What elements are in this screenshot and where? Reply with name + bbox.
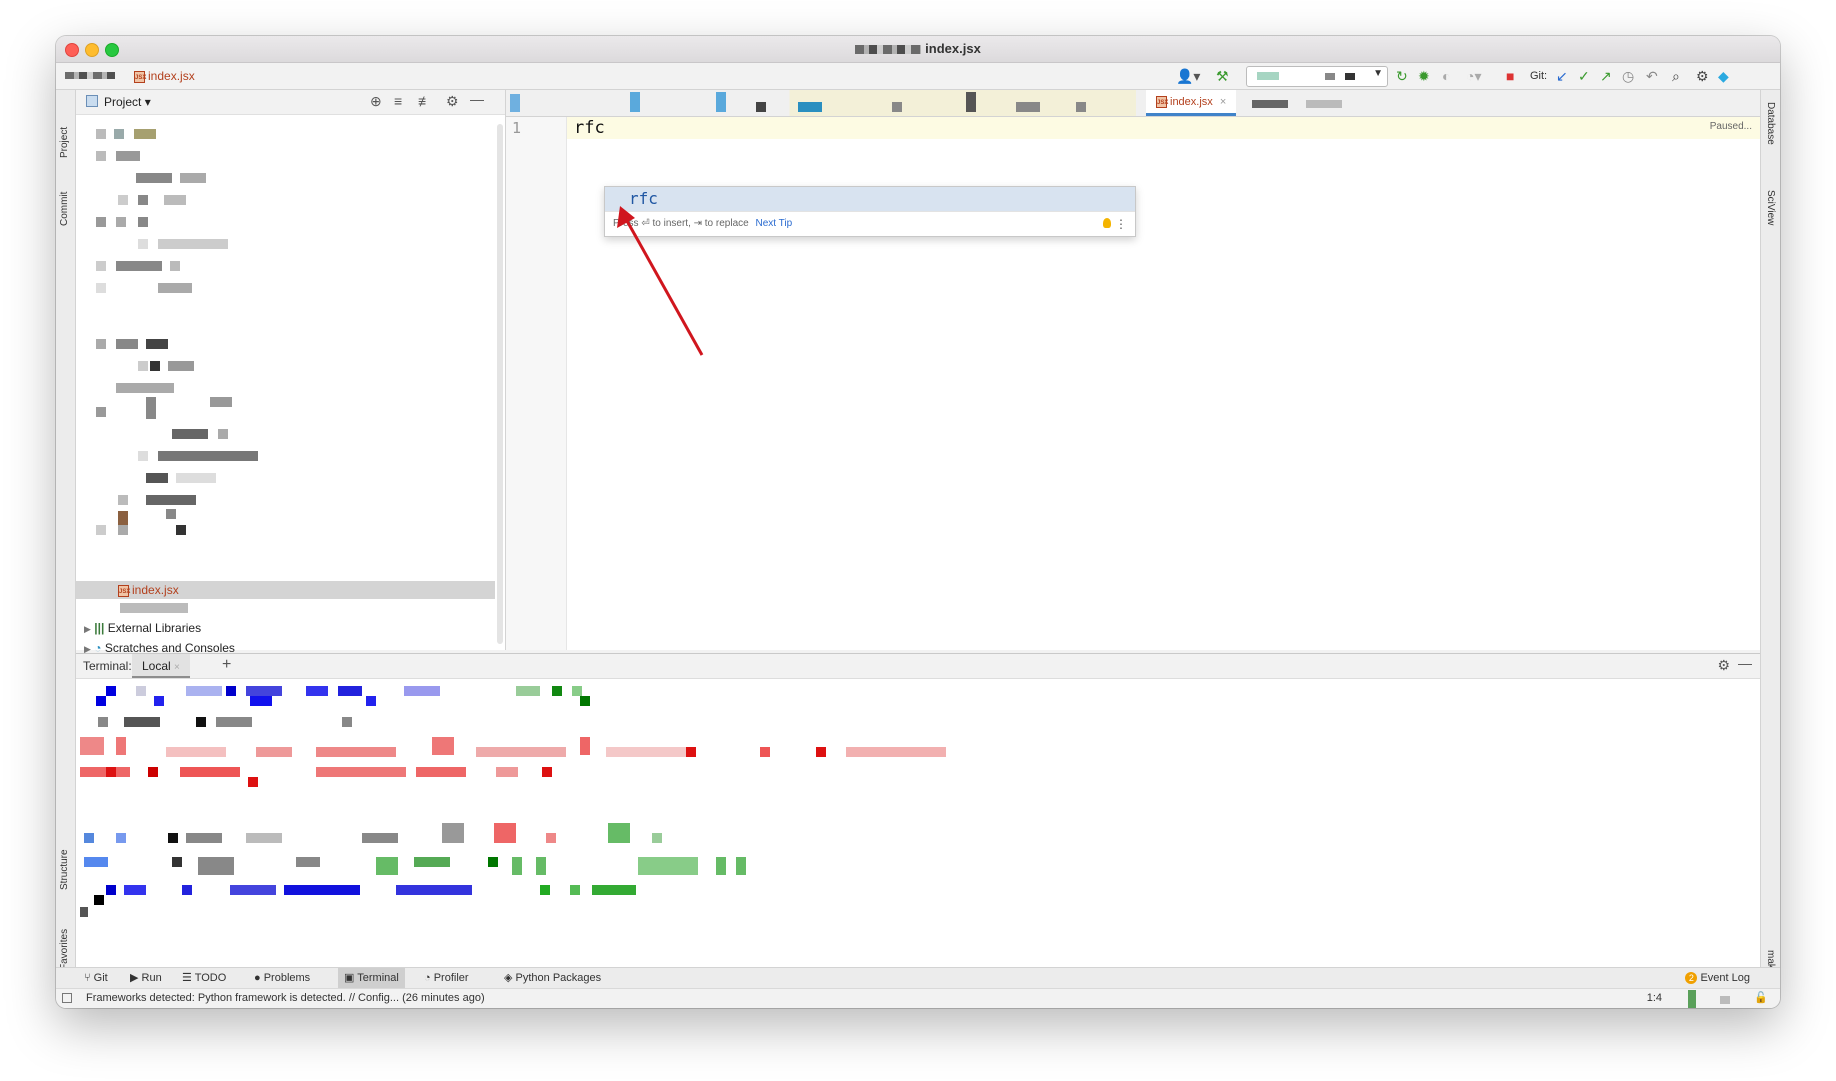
- terminal-settings-icon[interactable]: ⚙: [1717, 657, 1730, 674]
- new-terminal-button[interactable]: +: [222, 656, 231, 674]
- title-bar: index.jsx: [56, 36, 1780, 63]
- terminal-tab-local[interactable]: Local ×: [132, 654, 190, 678]
- collapse-all-icon[interactable]: ≢: [418, 93, 432, 109]
- problems-icon: ●: [254, 972, 261, 984]
- run-icon: ▶: [130, 972, 139, 984]
- hide-panel-icon[interactable]: —: [470, 91, 484, 107]
- terminal-output[interactable]: [76, 679, 1760, 967]
- project-tool-tab[interactable]: Project: [59, 127, 70, 158]
- terminal-icon: ▣: [344, 972, 355, 984]
- commit-tool-tab[interactable]: Commit: [59, 192, 70, 226]
- chevron-down-icon: ▼: [1373, 68, 1383, 79]
- expand-all-icon[interactable]: ≡: [394, 93, 402, 109]
- locate-icon[interactable]: ⊕: [370, 93, 382, 110]
- build-hammer-icon[interactable]: ⚒: [1216, 68, 1229, 84]
- terminal-tool-button[interactable]: ▣ Terminal: [338, 968, 405, 988]
- terminal-header: Terminal: Local × + ⚙ —: [76, 654, 1760, 679]
- right-tool-strip: Database SciView make: [1760, 90, 1780, 974]
- chevron-right-icon: ▶: [84, 624, 91, 634]
- user-icon[interactable]: 👤▾: [1176, 68, 1200, 84]
- event-log-button[interactable]: 2 Event Log: [1679, 968, 1756, 988]
- profiler-tool-button[interactable]: ◔ Profiler: [418, 968, 475, 988]
- editor-status-paused: Paused...: [1709, 121, 1752, 132]
- project-panel-header: Project ▾ ⊕ ≡ ≢ ⚙ —: [76, 90, 505, 115]
- breadcrumb-project[interactable]: [65, 72, 115, 79]
- run-tool-button[interactable]: ▶ Run: [124, 968, 168, 988]
- tree-item-index-jsx[interactable]: JSX index.jsx: [118, 583, 179, 597]
- lock-icon[interactable]: 🔓: [1754, 991, 1768, 1004]
- jsx-file-icon: JSX: [118, 584, 130, 597]
- project-panel: Project ▾ ⊕ ≡ ≢ ⚙ — JSX index.jsx ▶ ||| …: [76, 90, 506, 655]
- search-icon[interactable]: ⌕: [1672, 68, 1680, 84]
- editor-gutter: [506, 117, 567, 650]
- git-commit-icon[interactable]: ✓: [1578, 68, 1590, 84]
- git-tool-button[interactable]: ⑂ Git: [78, 968, 114, 988]
- editor-area: JSX index.jsx × 1 rfc Paused...: [506, 90, 1760, 650]
- code-line[interactable]: rfc: [574, 117, 605, 139]
- navigation-bar: JSX index.jsx 👤▾ ⚒ ▼ ↻ ✹ ◐ ◔▾ ■ Git: ↙ ✓ …: [56, 63, 1780, 90]
- left-tool-strip: Project Commit Structure Favorites: [56, 90, 76, 970]
- panel-settings-icon[interactable]: ⚙: [446, 93, 459, 110]
- completion-popup: rfc Press ⏎ to insert, ⇥ to replace Next…: [604, 186, 1136, 237]
- debug-icon[interactable]: ✹: [1418, 68, 1430, 84]
- jsx-file-icon: JSX: [1156, 96, 1168, 109]
- more-options-icon[interactable]: ⋮: [1115, 212, 1127, 236]
- git-update-icon[interactable]: ↙: [1556, 68, 1568, 84]
- completion-hint: Press ⏎ to insert, ⇥ to replace Next Tip…: [605, 211, 1135, 236]
- toggle-tool-windows-icon[interactable]: [62, 993, 72, 1003]
- jsx-file-icon: JSX: [134, 70, 146, 83]
- terminal-panel: Terminal: Local × + ⚙ —: [76, 653, 1760, 967]
- completion-item-rfc[interactable]: rfc: [605, 187, 1135, 211]
- rollback-icon[interactable]: ↶: [1646, 68, 1658, 84]
- event-count-badge: 2: [1685, 972, 1698, 984]
- tool-window-bar: ⑂ Git ▶ Run ☰ TODO ● Problems ▣ Terminal…: [56, 967, 1780, 988]
- structure-tool-tab[interactable]: Structure: [59, 849, 70, 890]
- status-message[interactable]: Frameworks detected: Python framework is…: [86, 992, 485, 1004]
- close-tab-icon[interactable]: ×: [174, 662, 180, 673]
- ide-window: index.jsx JSX index.jsx 👤▾ ⚒ ▼ ↻ ✹ ◐ ◔▾ ■…: [56, 36, 1780, 1008]
- project-tree: JSX index.jsx ▶ ||| External Libraries ▶ …: [76, 115, 495, 655]
- tree-item-external-libraries[interactable]: ▶ ||| External Libraries: [84, 621, 201, 635]
- database-tool-tab[interactable]: Database: [1765, 102, 1776, 145]
- next-tip-link[interactable]: Next Tip: [755, 218, 792, 229]
- run-configuration-select[interactable]: ▼: [1246, 66, 1388, 87]
- packages-icon: ◈: [504, 972, 513, 984]
- editor-tab-bar: JSX index.jsx ×: [506, 90, 1760, 117]
- completion-hint-text: Press ⏎ to insert, ⇥ to replace: [613, 218, 749, 229]
- problems-tool-button[interactable]: ● Problems: [248, 968, 316, 988]
- coverage-icon[interactable]: ◐: [1442, 68, 1450, 84]
- tab-index-jsx[interactable]: JSX index.jsx ×: [1146, 90, 1237, 116]
- lightbulb-icon[interactable]: [1103, 218, 1111, 228]
- history-icon[interactable]: ◷: [1622, 68, 1634, 84]
- line-number: 1: [512, 119, 522, 137]
- git-branch-icon: ⑂: [84, 972, 91, 984]
- stop-icon[interactable]: ■: [1506, 68, 1514, 84]
- hide-terminal-icon[interactable]: —: [1738, 655, 1752, 671]
- git-push-icon[interactable]: ↗: [1600, 68, 1612, 84]
- current-line-highlight: [506, 117, 1760, 139]
- git-label: Git:: [1530, 70, 1548, 82]
- plugin-logo-icon[interactable]: ◆: [1718, 68, 1729, 84]
- close-tab-icon[interactable]: ×: [1220, 96, 1226, 108]
- profile-icon[interactable]: ◔▾: [1466, 68, 1481, 84]
- project-view-icon: [86, 95, 98, 107]
- status-bar: Frameworks detected: Python framework is…: [56, 988, 1780, 1008]
- window-title: index.jsx: [56, 36, 1780, 62]
- python-packages-tool-button[interactable]: ◈ Python Packages: [498, 968, 607, 988]
- library-icon: |||: [94, 621, 105, 635]
- profiler-icon: ◔: [424, 972, 431, 984]
- settings-gear-icon[interactable]: ⚙: [1696, 68, 1709, 84]
- todo-tool-button[interactable]: ☰ TODO: [176, 968, 232, 988]
- breadcrumb-file[interactable]: JSX index.jsx: [134, 69, 195, 83]
- project-view-select[interactable]: Project ▾: [104, 95, 151, 109]
- terminal-label: Terminal:: [83, 659, 132, 673]
- tree-scrollbar[interactable]: [497, 124, 503, 644]
- caret-position[interactable]: 1:4: [1647, 992, 1662, 1004]
- favorites-tool-tab[interactable]: Favorites: [59, 929, 70, 970]
- list-icon: ☰: [182, 972, 192, 984]
- rerun-icon[interactable]: ↻: [1396, 68, 1408, 84]
- sciview-tool-tab[interactable]: SciView: [1765, 190, 1776, 225]
